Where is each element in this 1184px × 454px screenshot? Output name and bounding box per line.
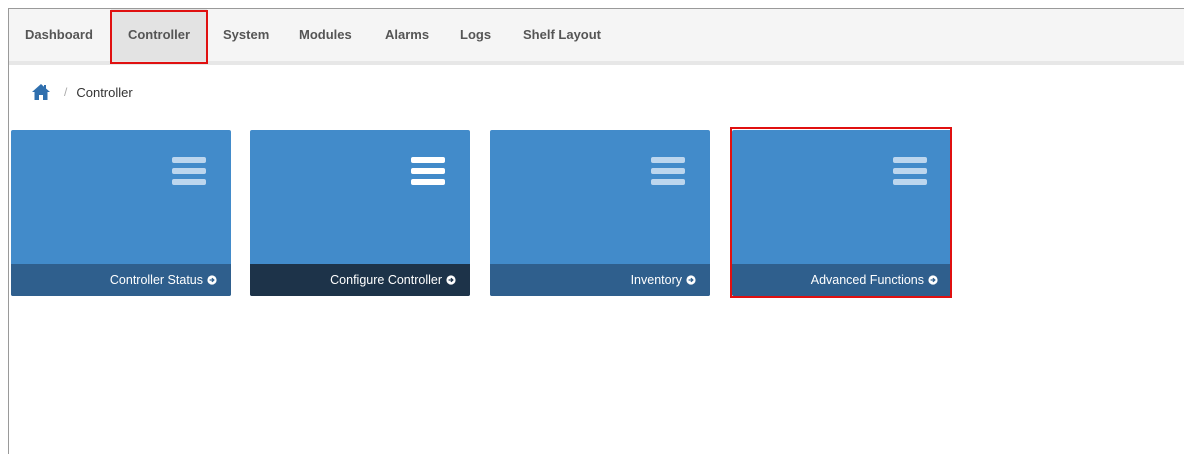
tile-label: Configure Controller: [330, 273, 442, 287]
circle-arrow-right-icon: [207, 275, 217, 285]
circle-arrow-right-icon: [446, 275, 456, 285]
menu-icon: [651, 157, 685, 185]
home-icon[interactable]: [31, 83, 51, 101]
circle-arrow-right-icon: [928, 275, 938, 285]
tile-footer[interactable]: Advanced Functions: [732, 264, 952, 296]
nav-modules[interactable]: Modules: [299, 9, 352, 61]
tile-configure-controller[interactable]: Configure Controller: [250, 130, 470, 296]
menu-icon: [893, 157, 927, 185]
nav-shelf-layout[interactable]: Shelf Layout: [523, 9, 601, 61]
tile-label: Advanced Functions: [810, 273, 924, 287]
nav-alarms[interactable]: Alarms: [385, 9, 429, 61]
tile-footer[interactable]: Inventory: [490, 264, 710, 296]
nav-logs[interactable]: Logs: [460, 9, 491, 61]
tile-footer[interactable]: Controller Status: [11, 264, 231, 296]
menu-icon: [411, 157, 445, 185]
nav-dashboard[interactable]: Dashboard: [25, 9, 93, 61]
app-frame: Dashboard Controller System Modules Alar…: [8, 8, 1184, 454]
menu-icon: [172, 157, 206, 185]
breadcrumb-current: Controller: [76, 84, 133, 100]
breadcrumb-separator: /: [64, 85, 68, 99]
tile-controller-status[interactable]: Controller Status: [11, 130, 231, 296]
breadcrumb: / Controller: [31, 81, 133, 103]
tile-label: Controller Status: [109, 273, 203, 287]
nav-controller[interactable]: Controller: [111, 9, 207, 61]
tile-inventory[interactable]: Inventory: [490, 130, 710, 296]
tile-label: Inventory: [630, 273, 682, 287]
circle-arrow-right-icon: [686, 275, 696, 285]
tile-advanced-functions[interactable]: Advanced Functions: [732, 130, 952, 296]
nav-system[interactable]: System: [223, 9, 269, 61]
tile-footer[interactable]: Configure Controller: [250, 264, 470, 296]
top-navbar: Dashboard Controller System Modules Alar…: [9, 9, 1184, 65]
